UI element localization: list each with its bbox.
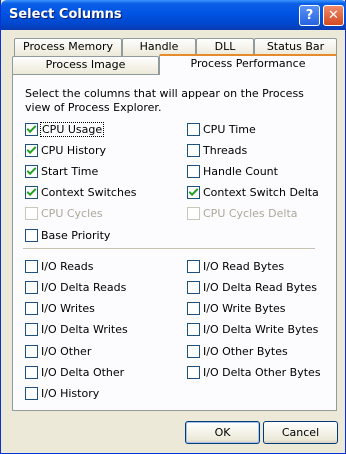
- checkbox-label: I/O Writes: [41, 301, 95, 315]
- checkbox-box[interactable]: [25, 344, 38, 358]
- cancel-button[interactable]: Cancel: [263, 421, 338, 444]
- checkbox-io-history[interactable]: I/O History: [25, 385, 99, 401]
- checkbox-label: I/O Delta Read Bytes: [203, 280, 317, 294]
- checkbox-box[interactable]: [25, 386, 38, 400]
- checkbox-label: I/O Write Bytes: [203, 301, 286, 315]
- checkbox-box[interactable]: [187, 365, 200, 379]
- checkbox-label: I/O Delta Writes: [41, 322, 128, 336]
- checkbox-io-delta-writes[interactable]: I/O Delta Writes: [25, 321, 128, 337]
- checkbox-box[interactable]: [25, 164, 38, 178]
- checkbox-context-switches[interactable]: Context Switches: [25, 184, 136, 200]
- checkbox-label: CPU Usage: [39, 121, 105, 137]
- checkbox-cpu-history[interactable]: CPU History: [25, 142, 106, 158]
- checkbox-io-other-bytes[interactable]: I/O Other Bytes: [187, 343, 288, 359]
- checkbox-label: Base Priority: [41, 228, 111, 242]
- tab-label: Process Performance: [190, 57, 306, 70]
- checkbox-io-delta-other-bytes[interactable]: I/O Delta Other Bytes: [187, 364, 321, 380]
- checkbox-box[interactable]: [187, 322, 200, 336]
- tab-process-image[interactable]: Process Image: [12, 56, 159, 74]
- checkbox-cpu-time[interactable]: CPU Time: [187, 121, 256, 137]
- checkbox-box[interactable]: [187, 185, 200, 199]
- checkbox-box: [25, 206, 38, 220]
- checkbox-label: Threads: [203, 143, 248, 157]
- ok-button[interactable]: OK: [185, 421, 260, 444]
- checkbox-box[interactable]: [25, 185, 38, 199]
- divider: [23, 248, 315, 250]
- checkbox-box[interactable]: [25, 228, 38, 242]
- checkbox-box[interactable]: [187, 344, 200, 358]
- checkbox-io-reads[interactable]: I/O Reads: [25, 258, 93, 274]
- instructions-text: Select the columns that will appear on t…: [25, 87, 304, 114]
- checkbox-label: I/O History: [41, 386, 100, 400]
- tab-label: Handle: [139, 40, 179, 53]
- help-button[interactable]: ?: [299, 5, 320, 26]
- tab-label: Process Memory: [23, 40, 113, 53]
- tab-process-memory[interactable]: Process Memory: [14, 38, 122, 56]
- checkbox-label: CPU Time: [203, 122, 256, 136]
- checkbox-box[interactable]: [187, 143, 200, 157]
- help-icon: ?: [305, 8, 314, 23]
- checkbox-context-switch-delta[interactable]: Context Switch Delta: [187, 184, 319, 200]
- tab-label: Status Bar: [266, 40, 325, 53]
- dialog-title: Select Columns: [9, 7, 122, 22]
- checkbox-box[interactable]: [25, 122, 38, 136]
- close-button[interactable]: ✕: [323, 5, 344, 26]
- select-columns-dialog: Select Columns ? ✕ Process Memory Handle…: [0, 0, 346, 454]
- checkbox-box[interactable]: [187, 122, 200, 136]
- checkbox-io-delta-reads[interactable]: I/O Delta Reads: [25, 279, 126, 295]
- checkbox-handle-count[interactable]: Handle Count: [187, 163, 278, 179]
- checkbox-box[interactable]: [25, 143, 38, 157]
- checkbox-box[interactable]: [187, 301, 200, 315]
- checkbox-io-writes[interactable]: I/O Writes: [25, 300, 95, 316]
- checkbox-io-delta-other[interactable]: I/O Delta Other: [25, 364, 124, 380]
- checkbox-io-delta-write-bytes[interactable]: I/O Delta Write Bytes: [187, 321, 318, 337]
- checkbox-cpu-cycles: CPU Cycles: [25, 205, 103, 221]
- checkbox-label: I/O Reads: [41, 259, 94, 273]
- checkbox-label: CPU History: [41, 143, 106, 157]
- checkbox-io-delta-read-bytes[interactable]: I/O Delta Read Bytes: [187, 279, 317, 295]
- checkbox-box[interactable]: [187, 280, 200, 294]
- checkbox-box[interactable]: [25, 259, 38, 273]
- checkbox-label: CPU Cycles: [41, 206, 103, 220]
- title-bar[interactable]: Select Columns ? ✕: [1, 0, 346, 30]
- checkbox-label: Start Time: [41, 164, 99, 178]
- checkbox-label: I/O Other: [41, 344, 92, 358]
- checkbox-label: I/O Delta Other Bytes: [203, 365, 321, 379]
- checkbox-io-other[interactable]: I/O Other: [25, 343, 91, 359]
- checkbox-threads[interactable]: Threads: [187, 142, 247, 158]
- checkbox-io-write-bytes[interactable]: I/O Write Bytes: [187, 300, 286, 316]
- checkbox-box[interactable]: [25, 301, 38, 315]
- checkbox-label: I/O Delta Write Bytes: [203, 322, 319, 336]
- checkbox-label: I/O Delta Reads: [41, 280, 127, 294]
- checkbox-label: CPU Cycles Delta: [203, 206, 298, 220]
- checkbox-label: Handle Count: [203, 164, 278, 178]
- checkbox-box[interactable]: [25, 322, 38, 336]
- checkbox-label: Context Switch Delta: [203, 185, 319, 199]
- close-icon: ✕: [328, 8, 339, 23]
- checkbox-box[interactable]: [187, 164, 200, 178]
- checkbox-box[interactable]: [25, 365, 38, 379]
- checkbox-box[interactable]: [25, 280, 38, 294]
- checkbox-cpu-usage[interactable]: CPU Usage: [25, 121, 105, 137]
- checkbox-box[interactable]: [187, 259, 200, 273]
- tab-label: DLL: [214, 40, 236, 53]
- tab-process-performance[interactable]: Process Performance: [159, 54, 337, 75]
- checkbox-cpu-cycles-delta: CPU Cycles Delta: [187, 205, 298, 221]
- checkbox-io-read-bytes[interactable]: I/O Read Bytes: [187, 258, 284, 274]
- checkbox-start-time[interactable]: Start Time: [25, 163, 98, 179]
- checkbox-label: I/O Read Bytes: [203, 259, 285, 273]
- tab-label: Process Image: [45, 58, 126, 71]
- checkbox-label: Context Switches: [41, 185, 137, 199]
- checkbox-base-priority[interactable]: Base Priority: [25, 227, 110, 243]
- checkbox-label: I/O Delta Other: [41, 365, 125, 379]
- checkbox-label: I/O Other Bytes: [203, 344, 288, 358]
- checkbox-box: [187, 206, 200, 220]
